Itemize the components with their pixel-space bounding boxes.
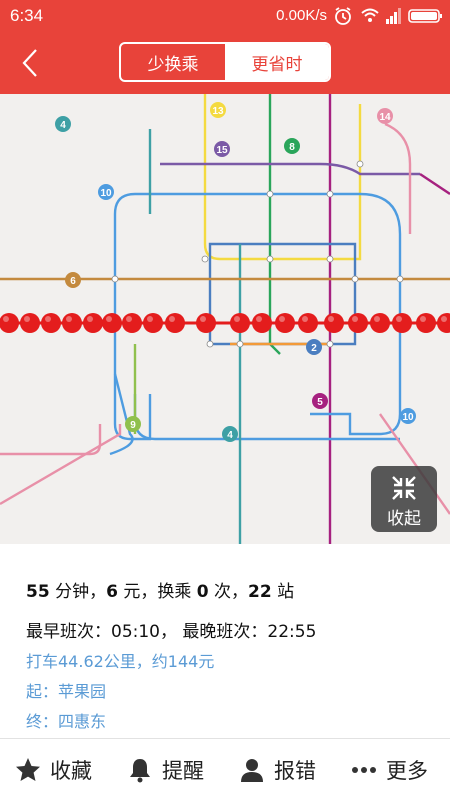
report-error-label: 报错 — [274, 759, 316, 783]
line-badge-6: 6 — [70, 276, 76, 287]
user-icon — [241, 759, 263, 782]
favorite-label: 收藏 — [50, 759, 92, 783]
transfers-unit: 次 — [213, 582, 231, 602]
tab-fewer-transfers[interactable]: 少换乘 — [121, 44, 225, 80]
bottom-toolbar: 收藏 提醒 报错 更多 — [0, 738, 450, 801]
status-bar: 6:34 0.00K/s — [0, 0, 450, 32]
line-badge-4-south: 4 — [227, 430, 233, 441]
stops-value: 22 — [247, 582, 272, 602]
line-badge-15: 15 — [216, 145, 228, 156]
reminder-button[interactable]: 提醒 — [126, 739, 204, 801]
more-icon — [352, 767, 376, 773]
wifi-icon — [361, 8, 379, 22]
route-mode-toggle: 少换乘 更省时 — [119, 42, 331, 82]
line-badge-13: 13 — [212, 106, 224, 117]
signal-icon — [386, 8, 401, 24]
reminder-label: 提醒 — [162, 759, 204, 783]
origin-station: 起：苹果园 — [26, 682, 107, 701]
collapse-icon — [392, 476, 416, 500]
line-badge-14: 14 — [379, 112, 391, 123]
line-badge-5: 5 — [317, 397, 323, 408]
stops-unit: 站 — [277, 582, 295, 602]
line-badge-10-west: 10 — [100, 188, 112, 199]
earliest-label: 最早班次： — [26, 622, 111, 642]
latest-time: 22:55 — [267, 622, 317, 642]
alarm-icon — [335, 7, 351, 25]
line-badge-9: 9 — [130, 420, 136, 431]
report-error-button[interactable]: 报错 — [238, 739, 316, 801]
bell-icon — [130, 759, 150, 783]
fare-value: 6 — [106, 582, 118, 602]
star-icon — [16, 758, 40, 781]
tab-faster[interactable]: 更省时 — [225, 44, 329, 80]
subway-map[interactable]: 13 4 14 15 8 10 6 2 5 9 4 10 收起 — [0, 94, 450, 544]
duration-unit: 分钟 — [55, 582, 90, 602]
battery-icon — [408, 9, 442, 23]
line-badge-8: 8 — [289, 142, 295, 153]
destination-station: 终：四惠东 — [26, 712, 107, 731]
duration-value: 55 — [26, 582, 50, 602]
transfers-label: 换乘 — [157, 582, 192, 602]
earliest-time: 05:10 — [111, 622, 160, 642]
route-summary: 55 分钟，6 元，换乘 0 次，22 站 — [26, 582, 295, 602]
line-badge-10-east: 10 — [402, 412, 414, 423]
latest-label: 最晚班次： — [182, 622, 268, 642]
taxi-estimate: 打车44.62公里，约144元 — [26, 652, 215, 671]
favorite-button[interactable]: 收藏 — [14, 739, 92, 801]
collapse-label: 收起 — [387, 509, 421, 529]
app-header: 少换乘 更省时 — [0, 32, 450, 94]
more-label: 更多 — [386, 759, 428, 783]
status-time: 6:34 — [10, 6, 44, 25]
more-button[interactable]: 更多 — [350, 739, 428, 801]
chevron-left-icon[interactable] — [14, 46, 48, 80]
collapse-map-button[interactable]: 收起 — [371, 466, 437, 532]
route-info-panel: 55 分钟，6 元，换乘 0 次，22 站 最早班次：05:10， 最晚班次：2… — [0, 544, 450, 738]
line-badge-4-north: 4 — [60, 120, 66, 131]
line-badge-2: 2 — [311, 343, 317, 354]
network-speed: 0.00K/s — [276, 7, 327, 24]
service-times: 最早班次：05:10， 最晚班次：22:55 — [26, 622, 317, 642]
fare-unit: 元 — [123, 582, 141, 602]
transfers-value: 0 — [196, 582, 209, 602]
